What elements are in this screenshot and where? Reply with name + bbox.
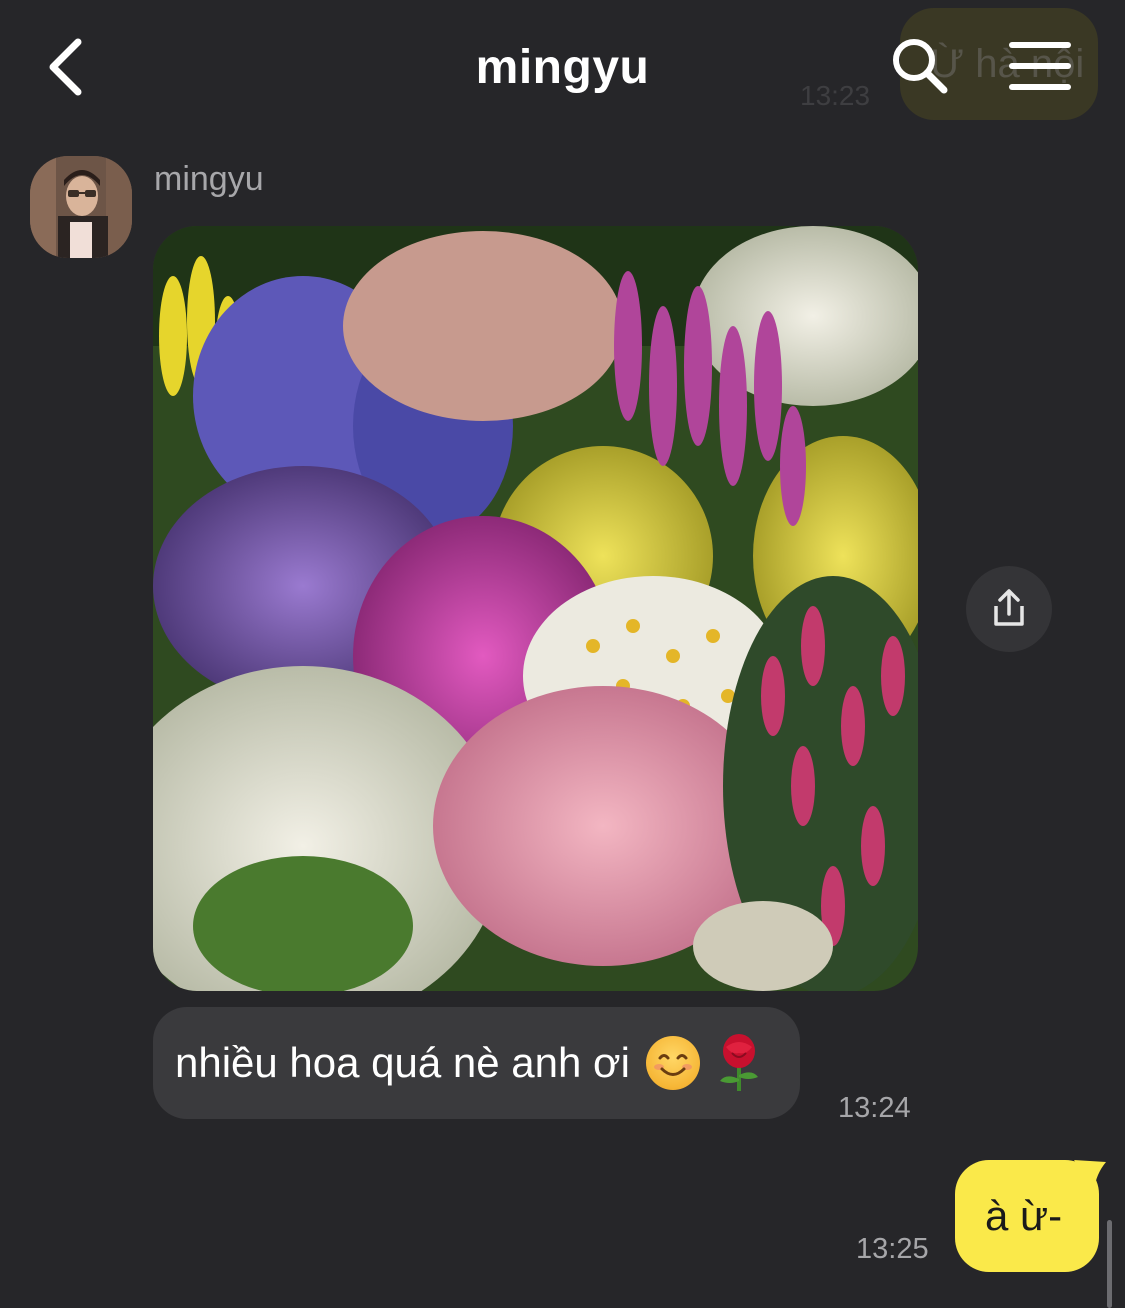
avatar-image	[30, 156, 132, 258]
chat-screen: Ừ hà nội 13:23 mingyu mingyu nhiều hoa q…	[0, 0, 1125, 1308]
incoming-message-text: nhiều hoa quá nè anh ơi	[175, 1039, 630, 1086]
chat-title: mingyu	[475, 41, 650, 94]
sender-name: mingyu	[154, 160, 264, 198]
share-icon	[994, 589, 1024, 626]
incoming-message-bubble[interactable]: nhiều hoa quá nè anh ơi	[153, 1007, 800, 1119]
hamburger-menu-icon	[1009, 42, 1071, 90]
scrollbar[interactable]	[1107, 1220, 1112, 1308]
flower-garden-photo[interactable]	[153, 226, 918, 991]
rose-emoji-icon	[712, 1033, 766, 1093]
share-button[interactable]	[966, 566, 1052, 652]
bubble-tail-icon	[1074, 1160, 1106, 1190]
smiling-face-emoji-icon	[645, 1036, 700, 1090]
photo-image	[153, 226, 918, 991]
sender-avatar[interactable]	[30, 156, 132, 258]
search-button[interactable]	[890, 36, 950, 96]
search-icon	[893, 39, 948, 94]
outgoing-message-text: à ừ-	[985, 1192, 1063, 1239]
menu-button[interactable]	[1005, 38, 1077, 94]
chat-header: mingyu	[0, 0, 1125, 130]
incoming-message-time: 13:24	[838, 1092, 911, 1124]
outgoing-message-time: 13:25	[856, 1233, 929, 1265]
